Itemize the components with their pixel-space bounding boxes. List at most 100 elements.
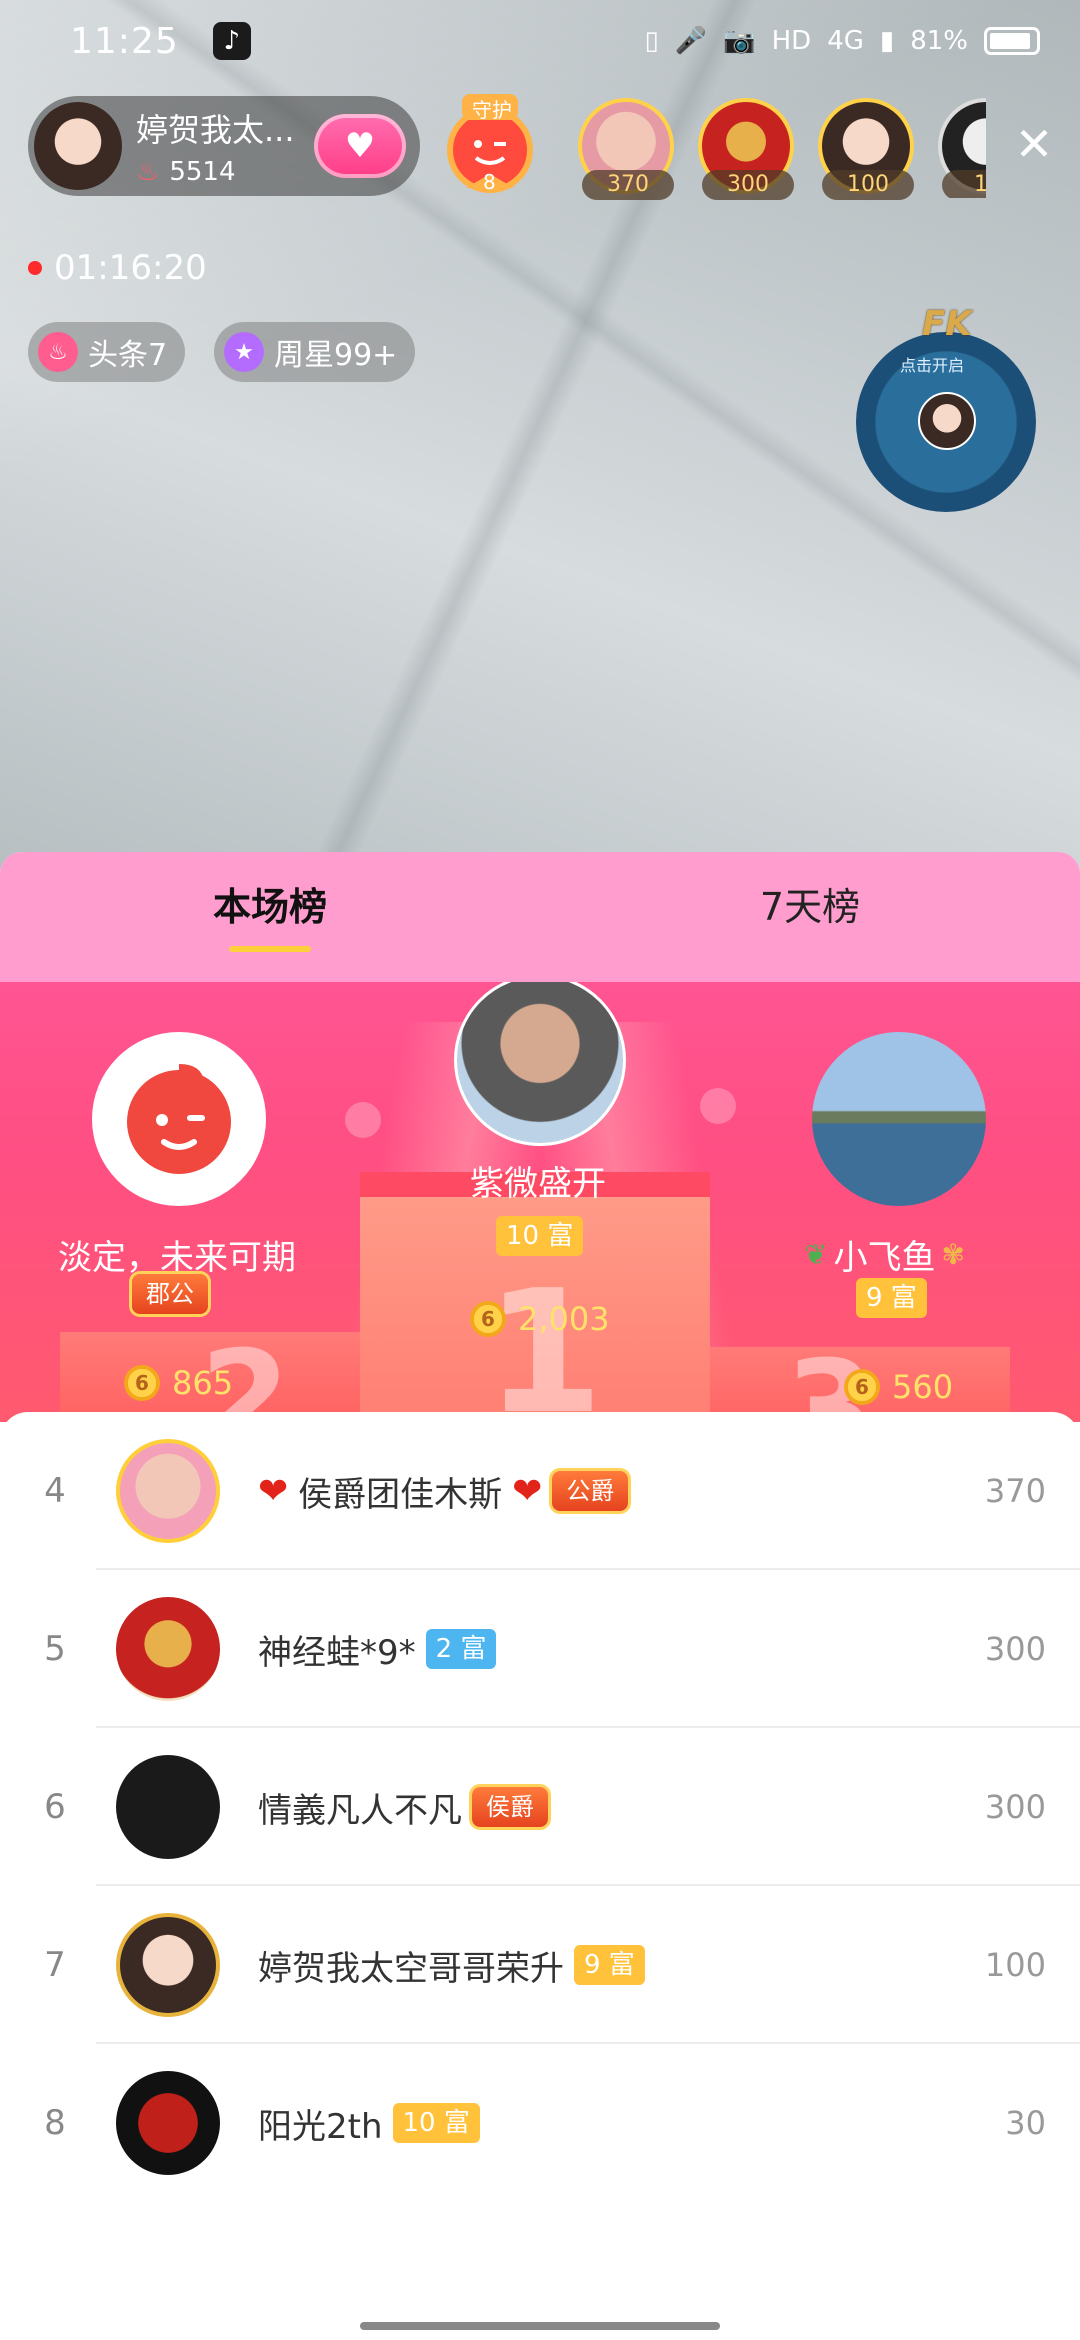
coin-icon: 6: [124, 1365, 160, 1401]
list-title-tag: 公爵: [552, 1471, 629, 1511]
coin-icon: 6: [844, 1369, 880, 1405]
hd-icon: HD: [771, 26, 812, 56]
first-place-score: 6 2,003: [470, 1300, 610, 1338]
heart-icon: ❤: [512, 1470, 543, 1512]
ranking-panel: 本场榜 7天榜 1 2 3 紫微盛开 10 富 6 2,003 淡定，未来可期 …: [0, 852, 1080, 2340]
sparkle-icon: [345, 1102, 381, 1138]
status-bar: 11:25 ♪ ▯ 🎤 📷 HD 4G ▮ 81%: [0, 0, 1080, 82]
list-avatar: [116, 1439, 220, 1543]
second-place-title: 郡公: [132, 1274, 208, 1314]
list-level-tag: 2 富: [425, 1629, 497, 1669]
close-icon[interactable]: ✕: [1014, 121, 1054, 167]
list-title-tag: 侯爵: [472, 1787, 548, 1827]
headline-chip[interactable]: ♨ 头条7: [28, 322, 186, 382]
list-item[interactable]: 7 婷贺我太空哥哥荣升 9 富 100: [0, 1886, 1080, 2044]
second-place-score-value: 865: [172, 1364, 234, 1402]
host-likes-count: 5514: [169, 157, 236, 187]
list-rank: 7: [44, 1945, 66, 1985]
star-icon: ★: [224, 332, 264, 372]
second-place-score: 6 865: [124, 1364, 233, 1402]
flame-icon: ♨: [38, 332, 78, 372]
fire-icon: ♨: [136, 157, 160, 187]
status-indicators: ▯ 🎤 📷 HD 4G ▮ 81%: [645, 26, 1040, 56]
viewer-item[interactable]: 300: [698, 98, 798, 200]
list-score: 30: [1005, 2104, 1046, 2142]
list-name-wrap: 婷贺我太空哥哥荣升 9 富: [258, 1941, 645, 1990]
viewer-item[interactable]: 100: [818, 98, 918, 200]
top-viewers: 370 300 100 10: [578, 98, 986, 200]
list-name-wrap: 阳光2th 10 富: [258, 2099, 480, 2148]
list-rank: 4: [44, 1471, 66, 1511]
list-level-tag: 9 富: [574, 1945, 645, 1985]
list-avatar: [116, 2071, 220, 2175]
second-place-name: 淡定，未来可期: [58, 1238, 296, 1278]
live-dot-icon: [28, 261, 42, 275]
list-name-wrap: ❤ 侯爵团佳木斯 ❤ 公爵: [258, 1467, 629, 1516]
third-place-score: 6 560: [844, 1368, 953, 1406]
third-place-name: 小飞鱼: [833, 1238, 936, 1278]
signal-icon: ▮: [879, 26, 895, 56]
status-time: 11:25: [70, 20, 179, 62]
list-item[interactable]: 5 神经蛙*9* 2 富 300: [0, 1570, 1080, 1728]
live-timer: 01:16:20: [28, 248, 207, 288]
battery-icon: [984, 27, 1040, 55]
viewer-score: 100: [822, 170, 914, 200]
list-rank: 5: [44, 1629, 66, 1669]
viewer-item[interactable]: 370: [578, 98, 678, 200]
first-place-name: 紫微盛开: [470, 1164, 606, 1204]
camera-icon: 📷: [723, 26, 756, 56]
heart-icon: ♥: [344, 126, 376, 166]
list-rank: 6: [44, 1787, 66, 1827]
list-name: 神经蛙*9*: [258, 1632, 416, 1673]
wheat-icon: ✾: [941, 1238, 965, 1271]
ranking-tabs: 本场榜 7天榜: [0, 852, 1080, 982]
guard-count: 8: [483, 170, 496, 194]
list-name-wrap: 神经蛙*9* 2 富: [258, 1625, 497, 1674]
battery-percent: 81%: [910, 26, 968, 56]
tab-7-days[interactable]: 7天榜: [540, 852, 1080, 982]
host-info-pill[interactable]: 婷贺我太... ♨ 5514 ♥: [28, 96, 420, 196]
list-name: 情義凡人不凡: [258, 1790, 462, 1831]
fk-subtitle: 点击开启: [900, 356, 965, 375]
tab-this-session[interactable]: 本场榜: [0, 852, 540, 982]
tiktok-icon: ♪: [212, 22, 251, 60]
list-item[interactable]: 4 ❤ 侯爵团佳木斯 ❤ 公爵 370: [0, 1412, 1080, 1570]
first-place-avatar[interactable]: [454, 982, 626, 1146]
heart-icon: ❤: [258, 1470, 289, 1512]
live-timer-value: 01:16:20: [54, 248, 207, 288]
list-item[interactable]: 8 阳光2th 10 富 30: [0, 2044, 1080, 2202]
list-score: 300: [984, 1788, 1046, 1826]
sparkle-icon: [700, 1088, 736, 1124]
third-place-score-value: 560: [892, 1368, 954, 1406]
host-name: 婷贺我太...: [136, 111, 295, 149]
list-name: 阳光2th: [258, 2106, 383, 2147]
viewer-score: 370: [582, 170, 674, 200]
leaf-icon: ❦: [804, 1238, 828, 1271]
guard-badge[interactable]: 守护 8: [436, 92, 544, 200]
list-name: 侯爵团佳木斯: [298, 1474, 503, 1515]
gesture-nav-handle[interactable]: [360, 2322, 720, 2330]
third-place-avatar[interactable]: [812, 1032, 986, 1206]
list-name-wrap: 情義凡人不凡 侯爵: [258, 1783, 548, 1832]
list-score: 300: [984, 1630, 1046, 1668]
third-place-name-wrap: ❦ 小飞鱼 ✾: [804, 1230, 965, 1279]
host-avatar[interactable]: [34, 102, 122, 190]
follow-button[interactable]: ♥: [314, 114, 406, 178]
viewer-score: 300: [702, 170, 794, 200]
list-score: 370: [984, 1472, 1046, 1510]
mic-icon: 🎤: [674, 26, 708, 56]
list-item[interactable]: 6 情義凡人不凡 侯爵 300: [0, 1728, 1080, 1886]
coin-icon: 6: [470, 1301, 506, 1337]
second-place-avatar[interactable]: [92, 1032, 266, 1206]
fk-title: FK: [922, 304, 972, 344]
list-rank: 8: [44, 2103, 66, 2143]
podium-area: 1 2 3 紫微盛开 10 富 6 2,003 淡定，未来可期 郡公 6 865…: [0, 982, 1080, 1422]
host-likes: ♨ 5514: [136, 157, 295, 187]
third-place-level: 9 富: [856, 1278, 927, 1318]
host-info: 婷贺我太... ♨ 5514: [136, 105, 295, 187]
guard-label: 守护: [472, 98, 512, 122]
viewer-item[interactable]: 10: [938, 98, 986, 198]
weekly-star-chip[interactable]: ★ 周星99+: [214, 322, 416, 382]
list-avatar: [116, 1913, 220, 2017]
list-level-tag: 10 富: [392, 2103, 480, 2143]
